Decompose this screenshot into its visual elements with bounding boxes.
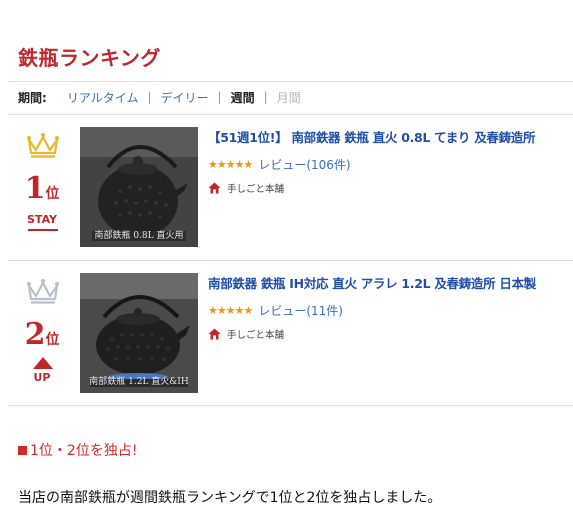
description-text: 当店の南部鉄瓶が週間鉄瓶ランキングで1位と2位を独占しました。 xyxy=(18,490,442,506)
shop-row: 手しごと本舗 xyxy=(208,327,573,341)
period-separator: | xyxy=(147,90,152,104)
shop-row: 手しごと本舗 xyxy=(208,181,573,195)
rating-row: ★★★★★ レビュー(106件) xyxy=(208,156,573,173)
stay-underline xyxy=(28,229,58,231)
image-caption: 南部鉄瓶 1.2L 直火&IH xyxy=(89,377,189,387)
period-label: 期間: xyxy=(18,90,47,105)
review-count-link[interactable]: レビュー(11件) xyxy=(258,302,343,319)
product-name-link[interactable]: 【51週1位!】 南部鉄器 鉄瓶 直火 0.8L てまり 及春鋳造所 xyxy=(208,127,573,146)
product-image[interactable]: 南部鉄瓶 1.2L 直火&IH xyxy=(80,273,198,393)
product-name-link[interactable]: 南部鉄器 鉄瓶 IH対応 直火 アラレ 1.2L 及春鋳造所 日本製 xyxy=(208,273,573,292)
product-info: 南部鉄器 鉄瓶 IH対応 直火 アラレ 1.2L 及春鋳造所 日本製 ★★★★★… xyxy=(208,273,573,341)
ranking-title: 鉄瓶ランキング xyxy=(18,46,161,70)
rank-badge: 1位 STAY xyxy=(8,115,76,261)
period-weekly-active: 週間 xyxy=(230,90,255,105)
rank-status-stay: STAY xyxy=(27,213,57,226)
shop-name-link[interactable]: 手しごと本舗 xyxy=(227,181,284,195)
home-icon xyxy=(208,328,221,340)
gold-crown-icon xyxy=(27,133,59,158)
period-realtime-link[interactable]: リアルタイム xyxy=(67,89,139,106)
star-rating-icon: ★★★★★ xyxy=(208,304,253,317)
rating-row: ★★★★★ レビュー(11件) xyxy=(208,302,573,319)
up-arrow-icon xyxy=(33,357,53,369)
review-count-link[interactable]: レビュー(106件) xyxy=(258,156,350,173)
rank-badge: 2位 UP xyxy=(8,261,76,407)
period-daily-link[interactable]: デイリー xyxy=(161,89,209,106)
rank-number: 1位 xyxy=(24,171,60,206)
star-rating-icon: ★★★★★ xyxy=(208,158,253,171)
shop-name-link[interactable]: 手しごと本舗 xyxy=(227,327,284,341)
rank-number: 2位 xyxy=(24,317,60,352)
period-monthly-disabled: 月間 xyxy=(276,90,301,105)
period-selector: 期間: リアルタイム | デイリー | 週間 | 月間 xyxy=(18,87,301,107)
image-caption: 南部鉄瓶 0.8L 直火用 xyxy=(94,231,184,241)
ranking-item-1: 1位 STAY 南部鉄瓶 0.8L 直火用 【51週1位!】 南部鉄器 鉄瓶 直… xyxy=(8,114,573,260)
title-divider xyxy=(8,81,573,82)
period-separator: | xyxy=(263,90,268,104)
silver-crown-icon xyxy=(27,279,59,304)
square-bullet-icon xyxy=(18,446,27,455)
product-info: 【51週1位!】 南部鉄器 鉄瓶 直火 0.8L てまり 及春鋳造所 ★★★★★… xyxy=(208,127,573,195)
rank-status-up: UP xyxy=(33,371,51,384)
notice-heading: 1位・2位を独占! xyxy=(18,440,137,460)
ranking-item-2: 2位 UP 南部鉄瓶 1.2L 直火&IH 南部鉄器 鉄瓶 IH対応 直火 アラ… xyxy=(8,260,573,406)
notice-text: 1位・2位を独占! xyxy=(30,443,138,459)
home-icon xyxy=(208,182,221,194)
product-image[interactable]: 南部鉄瓶 0.8L 直火用 xyxy=(80,127,198,247)
period-separator: | xyxy=(217,90,222,104)
